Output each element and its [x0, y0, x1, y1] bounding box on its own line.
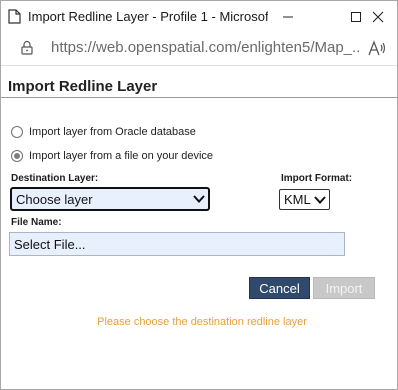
url-text[interactable]: https://web.openspatial.com/enlighten5/M…	[51, 39, 361, 56]
page-icon	[8, 9, 21, 24]
file-name-label: File Name:	[11, 217, 62, 228]
import-format-select[interactable]: KML	[279, 189, 330, 210]
import-button[interactable]: Import	[313, 277, 375, 299]
import-format-value: KML	[284, 192, 311, 207]
oracle-radio[interactable]	[11, 126, 23, 138]
title-separator	[1, 97, 397, 98]
chevron-down-icon	[314, 195, 326, 204]
browser-popup-window: Import Redline Layer - Profile 1 - Micro…	[0, 0, 398, 390]
chevron-down-icon	[193, 195, 205, 203]
radio-row-file[interactable]: Import layer from a file on your device	[11, 150, 213, 162]
read-aloud-icon[interactable]	[367, 39, 387, 57]
cancel-button[interactable]: Cancel	[249, 277, 310, 299]
title-bar: Import Redline Layer - Profile 1 - Micro…	[1, 1, 397, 32]
status-message: Please choose the destination redline la…	[97, 316, 307, 328]
import-format-label: Import Format:	[281, 173, 353, 184]
destination-layer-select[interactable]: Choose layer	[10, 187, 210, 211]
dialog-title: Import Redline Layer	[8, 78, 158, 95]
minimize-button[interactable]	[266, 1, 310, 32]
radio-row-oracle[interactable]: Import layer from Oracle database	[11, 126, 196, 138]
destination-layer-value: Choose layer	[16, 191, 93, 207]
minimize-icon	[283, 16, 293, 17]
file-radio-label: Import layer from a file on your device	[29, 150, 214, 162]
close-button[interactable]	[359, 1, 397, 32]
destination-layer-label: Destination Layer:	[11, 173, 99, 184]
lock-icon	[21, 40, 33, 55]
address-bar: https://web.openspatial.com/enlighten5/M…	[1, 32, 397, 65]
file-name-input[interactable]: Select File...	[9, 232, 345, 256]
file-name-value: Select File...	[14, 236, 86, 252]
file-radio[interactable]	[11, 150, 23, 162]
window-title: Import Redline Layer - Profile 1 - Micro…	[28, 9, 268, 24]
oracle-radio-label: Import layer from Oracle database	[29, 126, 196, 138]
close-icon	[372, 11, 384, 22]
address-divider	[1, 65, 397, 66]
